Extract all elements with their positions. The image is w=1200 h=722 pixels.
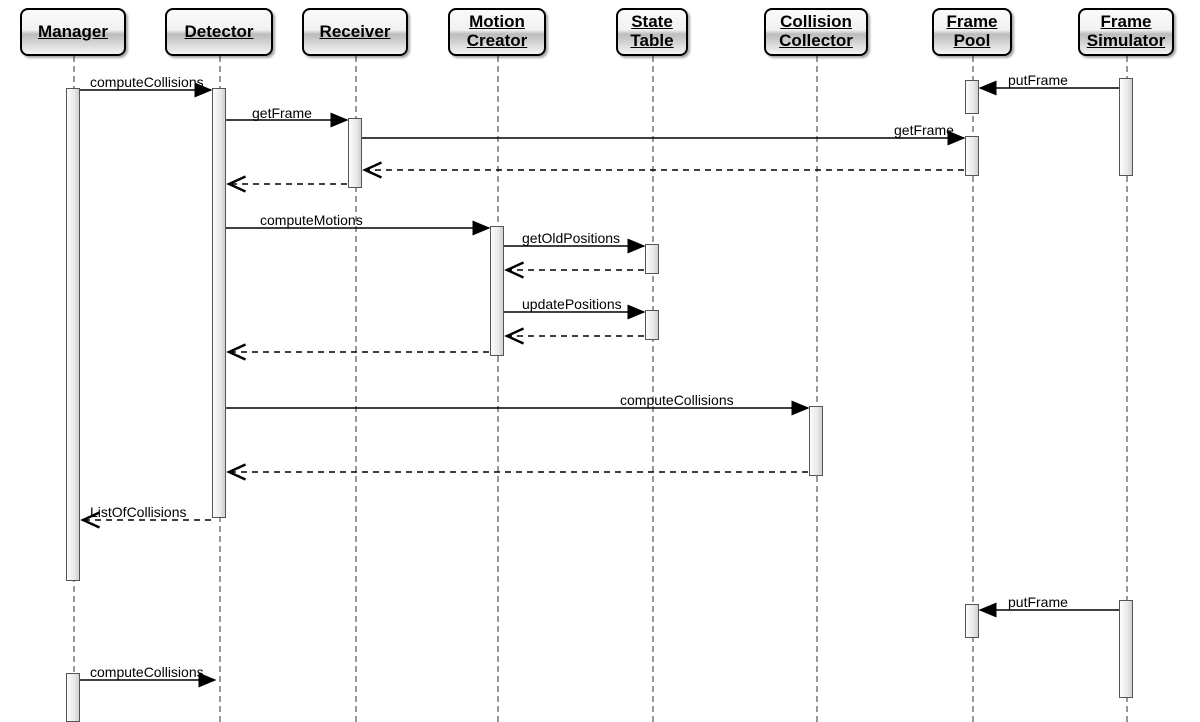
- label-putFrame-1: putFrame: [1008, 72, 1068, 88]
- label-getFrame-2: getFrame: [894, 122, 954, 138]
- label-computeCollisions-2: computeCollisions: [620, 392, 734, 408]
- activation-pool-2: [965, 136, 979, 176]
- label-updatePositions: updatePositions: [522, 296, 622, 312]
- activation-manager-1: [66, 88, 80, 581]
- participant-motion: MotionCreator: [448, 8, 546, 56]
- participant-receiver: Receiver: [302, 8, 408, 56]
- activation-collector-1: [809, 406, 823, 476]
- participant-simulator: FrameSimulator: [1078, 8, 1174, 56]
- lifeline-collector: [816, 56, 818, 722]
- label-computeMotions: computeMotions: [260, 212, 363, 228]
- participant-state-label: StateTable: [630, 13, 673, 50]
- activation-receiver-1: [348, 118, 362, 188]
- participant-pool-label: FramePool: [946, 13, 997, 50]
- lifeline-state: [652, 56, 654, 722]
- sequence-diagram: Manager Detector Receiver MotionCreator …: [0, 0, 1200, 722]
- participant-detector-label: Detector: [185, 23, 254, 42]
- participant-state: StateTable: [616, 8, 688, 56]
- activation-state-2: [645, 310, 659, 340]
- label-getFrame-1: getFrame: [252, 105, 312, 121]
- activation-simulator-2: [1119, 600, 1133, 698]
- participant-manager: Manager: [20, 8, 126, 56]
- label-listOfCollisions: ListOfCollisions: [90, 504, 186, 520]
- participant-manager-label: Manager: [38, 23, 108, 42]
- participant-receiver-label: Receiver: [320, 23, 391, 42]
- participant-detector: Detector: [165, 8, 273, 56]
- activation-state-1: [645, 244, 659, 274]
- activation-pool-1: [965, 80, 979, 114]
- activation-simulator-1: [1119, 78, 1133, 176]
- participant-collector-label: CollisionCollector: [779, 13, 853, 50]
- participant-pool: FramePool: [932, 8, 1012, 56]
- label-putFrame-2: putFrame: [1008, 594, 1068, 610]
- label-computeCollisions-3: computeCollisions: [90, 664, 204, 680]
- label-getOldPositions: getOldPositions: [522, 230, 620, 246]
- lifeline-motion: [497, 56, 499, 722]
- participant-collector: CollisionCollector: [764, 8, 868, 56]
- activation-pool-3: [965, 604, 979, 638]
- participant-motion-label: MotionCreator: [467, 13, 527, 50]
- activation-motion-1: [490, 226, 504, 356]
- activation-manager-2: [66, 673, 80, 722]
- label-computeCollisions-1: computeCollisions: [90, 74, 204, 90]
- activation-detector-1: [212, 88, 226, 518]
- participant-simulator-label: FrameSimulator: [1087, 13, 1165, 50]
- arrows-overlay: [0, 0, 1200, 722]
